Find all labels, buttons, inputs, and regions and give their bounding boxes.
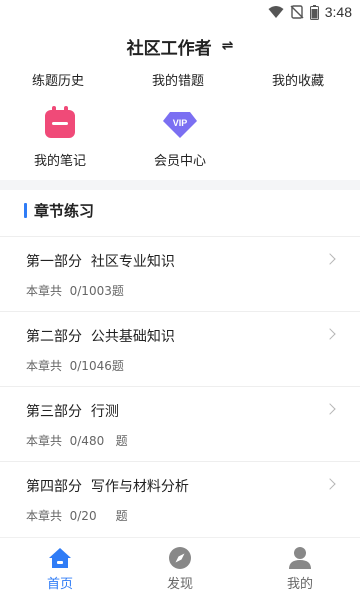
nav-mine-label: 我的	[286, 577, 313, 592]
switch-exam-icon[interactable]: ⇌	[222, 38, 234, 54]
chapter-count: 本章共 0/1003题	[26, 284, 124, 298]
section-title: 章节练习	[34, 201, 95, 220]
chapter-item[interactable]: 第四部分 写作与材料分析 本章共 0/20 题	[0, 461, 360, 536]
chapter-list: 第一部分 社区专业知识 本章共 0/1003题 第二部分 公共基础知识 本章共 …	[0, 236, 360, 536]
chapter-title: 第三部分 行测	[26, 404, 119, 420]
chapter-title: 第一部分 社区专业知识	[26, 254, 175, 270]
section-accent-bar	[24, 202, 27, 218]
compass-icon	[169, 547, 191, 569]
practice-history-link[interactable]: 练题历史	[32, 70, 84, 89]
app-header: 社区工作者 ⇌	[0, 28, 360, 64]
no-sim-icon	[290, 5, 304, 19]
wrong-questions-link[interactable]: 我的错题	[152, 70, 204, 89]
user-icon	[289, 547, 311, 569]
nav-home[interactable]: 首页	[20, 546, 100, 592]
vip-icon: VIP	[163, 112, 197, 138]
chapter-count: 本章共 0/480 题	[26, 434, 128, 448]
vip-center-label: 会员中心	[153, 154, 206, 169]
chapter-item[interactable]: 第一部分 社区专业知识 本章共 0/1003题	[0, 236, 360, 311]
section-divider	[0, 180, 360, 190]
chapter-title: 第二部分 公共基础知识	[26, 329, 175, 345]
bottom-nav: 首页 发现 我的	[0, 537, 360, 600]
favorites-link[interactable]: 我的收藏	[272, 70, 324, 89]
chapter-title: 第四部分 写作与材料分析	[26, 479, 189, 495]
chapter-count: 本章共 0/20 题	[26, 509, 128, 523]
chevron-right-icon	[324, 253, 336, 265]
home-icon	[49, 548, 71, 568]
chevron-right-icon	[324, 403, 336, 415]
wifi-icon	[268, 6, 284, 18]
section-header: 章节练习	[24, 200, 94, 220]
nav-discover-label: 发现	[166, 577, 193, 592]
status-time: 3:48	[324, 4, 352, 20]
vip-center-button[interactable]: VIP 会员中心	[140, 104, 220, 169]
my-notes-button[interactable]: 我的笔记	[20, 104, 100, 169]
nav-discover[interactable]: 发现	[140, 546, 220, 592]
battery-icon	[309, 4, 319, 20]
my-notes-label: 我的笔记	[33, 154, 86, 169]
nav-mine[interactable]: 我的	[260, 546, 340, 592]
feature-icons: 我的笔记 VIP 会员中心	[0, 104, 360, 170]
vip-icon-text: VIP	[173, 118, 188, 128]
chapter-count: 本章共 0/1046题	[26, 359, 124, 373]
calendar-icon	[45, 106, 75, 138]
quick-links: 练题历史 我的错题 我的收藏	[0, 70, 360, 94]
status-bar: 3:48	[0, 0, 360, 24]
nav-home-label: 首页	[46, 577, 73, 592]
chapter-item[interactable]: 第三部分 行测 本章共 0/480 题	[0, 386, 360, 461]
status-icons: 3:48	[268, 3, 352, 21]
page-title: 社区工作者	[126, 38, 212, 59]
chapter-item[interactable]: 第二部分 公共基础知识 本章共 0/1046题	[0, 311, 360, 386]
chevron-right-icon	[324, 478, 336, 490]
chevron-right-icon	[324, 328, 336, 340]
